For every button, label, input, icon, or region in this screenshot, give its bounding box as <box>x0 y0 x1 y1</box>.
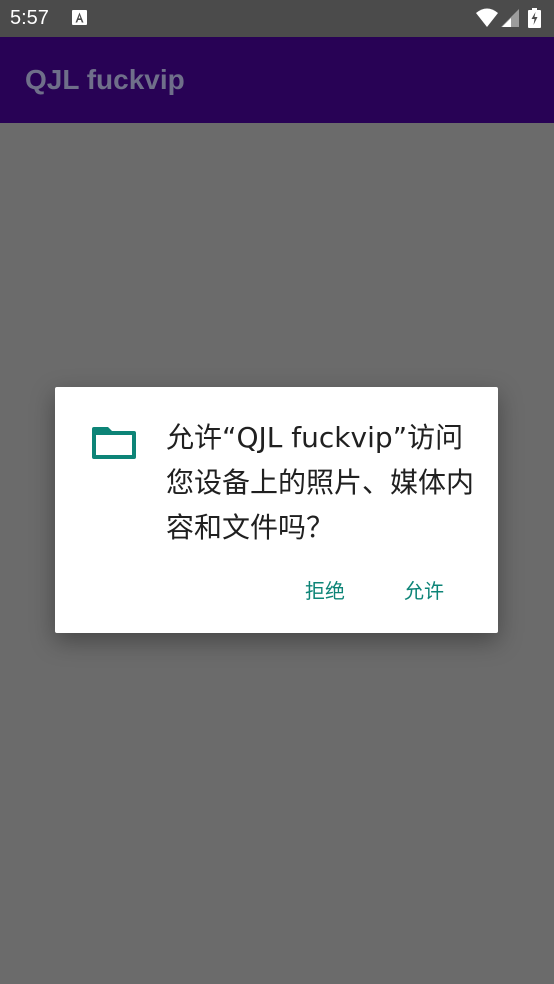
wifi-icon <box>476 8 498 27</box>
app-title: QJL fuckvip <box>25 64 185 95</box>
folder-icon <box>92 427 136 459</box>
battery-charging-icon <box>528 8 541 28</box>
status-icons <box>476 8 546 28</box>
dialog-actions: 拒绝 允许 <box>55 573 498 609</box>
signal-icon <box>501 9 519 27</box>
deny-button[interactable]: 拒绝 <box>301 573 349 609</box>
status-bar: 5:57 <box>0 0 554 37</box>
status-time: 5:57 <box>10 7 49 29</box>
permission-dialog: 允许“QJL fuckvip”访问您设备上的照片、媒体内容和文件吗？ 拒绝 允许 <box>55 387 498 633</box>
app-bar: QJL fuckvip <box>0 37 554 123</box>
allow-button[interactable]: 允许 <box>400 573 448 609</box>
dialog-message: 允许“QJL fuckvip”访问您设备上的照片、媒体内容和文件吗？ <box>166 421 475 544</box>
screen: 5:57 QJL fuckvip 允许“QJL fuckvip”访问您设备上的照… <box>0 0 554 984</box>
a-notification-icon <box>72 10 87 25</box>
